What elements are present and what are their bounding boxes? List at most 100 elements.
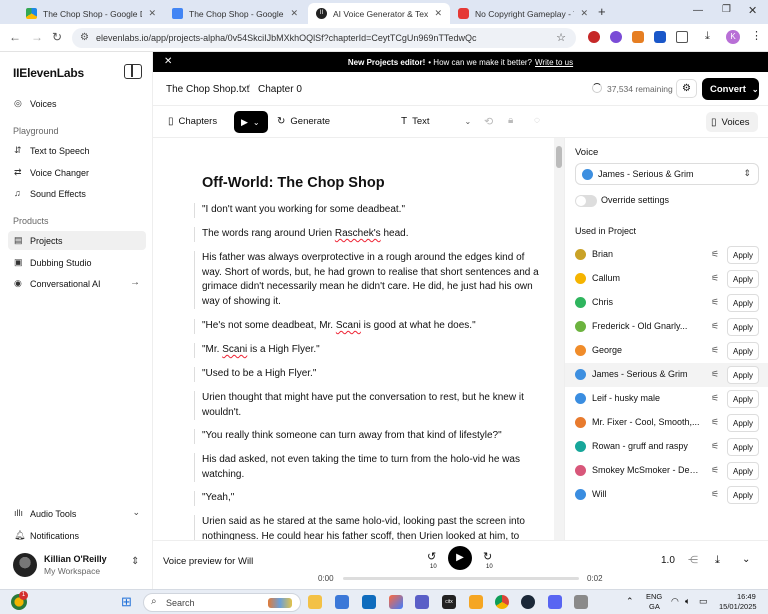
voice-row[interactable]: Frederick - Old Gnarly... ⚟ Apply [565, 315, 768, 339]
sidebar-item-conversational-ai[interactable]: ◉ Conversational AI → [8, 274, 146, 293]
progress-track[interactable] [343, 577, 579, 580]
extensions-puzzle-icon[interactable] [676, 31, 688, 43]
sliders-icon[interactable]: ⚟ [711, 489, 719, 500]
citrix-icon[interactable]: citx [442, 595, 456, 609]
minimize-icon[interactable]: — [693, 5, 703, 16]
close-window-icon[interactable]: ✕ [748, 4, 757, 17]
language-secondary[interactable]: GA [649, 602, 660, 611]
lock-icon[interactable]: 🔒︎ [508, 115, 513, 126]
tab-elevenlabs[interactable]: II AI Voice Generator & Text to Sp ✕ [308, 3, 450, 24]
text-editor[interactable]: Off-World: The Chop Shop "I don't want y… [153, 138, 564, 540]
paragraph[interactable]: His father was always overprotective in … [194, 251, 544, 309]
convert-button[interactable]: Convert ⌄ [702, 78, 759, 100]
forward-10-icon[interactable]: ↻ [483, 550, 492, 563]
voice-row[interactable]: Leif - husky male ⚟ Apply [565, 387, 768, 411]
sidebar-item-text-to-speech[interactable]: ⇵ Text to Speech [8, 141, 146, 160]
text-type-dropdown[interactable]: T Text ⌄ [401, 116, 471, 127]
voice-row[interactable]: Chris ⚟ Apply [565, 291, 768, 315]
elevenlabs-logo[interactable]: IIElevenLabs [13, 66, 84, 80]
sliders-icon[interactable]: ⚟ [711, 369, 719, 380]
paragraph[interactable]: "Yeah," [194, 491, 544, 506]
menu-kebab-icon[interactable]: ⋮ [751, 29, 762, 42]
sidebar-item-dubbing-studio[interactable]: ▣ Dubbing Studio [8, 253, 146, 272]
windows-start-icon[interactable]: ⊞ [121, 594, 132, 610]
sliders-icon[interactable]: ⚟ [711, 417, 719, 428]
profile-avatar[interactable]: K [726, 30, 740, 44]
voice-row[interactable]: Will ⚟ Apply [565, 483, 768, 507]
settings-gear-icon[interactable]: ⚙ [676, 79, 697, 98]
tab-youtube[interactable]: No Copyright Gameplay - YouT ✕ [450, 3, 596, 24]
sidebar-toggle-icon[interactable] [124, 64, 142, 79]
download-icon[interactable]: ⤓ [705, 30, 710, 43]
voice-row[interactable]: Rowan - gruff and raspy ⚟ Apply [565, 435, 768, 459]
url-bar[interactable]: ⚙ elevenlabs.io/app/projects-alpha/0v54S… [72, 28, 576, 48]
extension-icon[interactable] [588, 31, 600, 43]
steam-icon[interactable] [521, 595, 535, 609]
sliders-icon[interactable]: ⚟ [711, 273, 719, 284]
paragraph[interactable]: Urien said as he stared at the same holo… [194, 515, 544, 540]
chevron-updown-icon[interactable]: ⇕ [131, 556, 139, 567]
tab-google-drive[interactable]: The Chop Shop - Google Drive ✕ [18, 3, 164, 24]
voice-row[interactable]: Mr. Fixer - Cool, Smooth,... ⚟ Apply [565, 411, 768, 435]
chapters-button[interactable]: ▯ Chapters [168, 116, 217, 127]
rewind-10-icon[interactable]: ↺ [427, 550, 436, 563]
voices-panel-button[interactable]: ▯ Voices [706, 112, 758, 132]
close-icon[interactable]: ✕ [164, 56, 172, 67]
download-icon[interactable]: ⤓ [715, 554, 720, 567]
sliders-icon[interactable]: ⚟ [711, 393, 719, 404]
battery-icon[interactable]: ▭ [699, 596, 708, 607]
close-icon[interactable]: ✕ [148, 8, 156, 19]
sliders-icon[interactable]: ⚟ [711, 345, 719, 356]
back-icon[interactable]: ← [9, 30, 21, 44]
close-icon[interactable]: ✕ [290, 8, 298, 19]
sliders-icon[interactable]: ⚟ [711, 249, 719, 260]
paragraph[interactable]: "You really think someone can turn away … [194, 429, 544, 444]
feedback-link[interactable]: Write to us [535, 58, 573, 67]
chevron-up-icon[interactable]: ⌃ [626, 596, 634, 607]
apply-button[interactable]: Apply [727, 414, 759, 432]
bookmark-star-icon[interactable]: ☆ [556, 31, 566, 44]
play-split-button[interactable]: ▶ ⌄ [234, 111, 268, 133]
voice-row[interactable]: James - Serious & Grim ⚟ Apply [565, 363, 768, 387]
share-icon[interactable]: ⋲ [688, 555, 698, 566]
sliders-icon[interactable]: ⚟ [711, 465, 719, 476]
paragraph[interactable]: His dad asked, not even taking the time … [194, 453, 544, 482]
sliders-icon[interactable]: ⚟ [711, 321, 719, 332]
sidebar-item-voices[interactable]: ◎ Voices [8, 94, 146, 113]
sidebar-item-projects[interactable]: ▤ Projects [8, 231, 146, 250]
sliders-icon[interactable]: ⚟ [711, 297, 719, 308]
clock-time[interactable]: 16:49 [737, 592, 756, 601]
site-info-icon[interactable]: ⚙ [80, 32, 89, 43]
play-button[interactable]: ▶ [448, 546, 472, 570]
wifi-icon[interactable]: ◠ [671, 596, 679, 607]
scrollbar-thumb[interactable] [556, 146, 562, 168]
playback-speed[interactable]: 1.0 [661, 555, 675, 566]
shield-icon[interactable] [654, 31, 666, 43]
voice-row[interactable]: Callum ⚟ Apply [565, 267, 768, 291]
override-settings-toggle[interactable] [575, 195, 597, 207]
apply-button[interactable]: Apply [727, 342, 759, 360]
sidebar-item-notifications[interactable]: 🔔︎ Notifications [8, 526, 146, 545]
apply-button[interactable]: Apply [727, 462, 759, 480]
apply-button[interactable]: Apply [727, 438, 759, 456]
voice-row[interactable]: Smokey McSmoker - Dee... ⚟ Apply [565, 459, 768, 483]
paragraph[interactable]: Urien thought that might have put the co… [194, 391, 544, 420]
chevron-down-icon[interactable]: ⌄ [742, 554, 750, 565]
extension-icon[interactable] [632, 31, 644, 43]
sliders-icon[interactable]: ⚟ [711, 441, 719, 452]
reload-icon[interactable]: ↻ [52, 30, 62, 44]
apply-button[interactable]: Apply [727, 246, 759, 264]
apply-button[interactable]: Apply [727, 366, 759, 384]
voice-select[interactable]: James - Serious & Grim ⇕ [575, 163, 759, 185]
history-icon[interactable]: ⟲ [484, 115, 493, 128]
sidebar-item-voice-changer[interactable]: ⇄ Voice Changer [8, 163, 146, 182]
paragraph[interactable]: The words rang around Urien Raschek's he… [194, 227, 544, 242]
generate-button[interactable]: ↻ Generate [277, 116, 330, 127]
paragraph[interactable]: "Used to be a High Flyer." [194, 367, 544, 382]
clock-date[interactable]: 15/01/2025 [719, 602, 757, 611]
voice-row[interactable]: Brian ⚟ Apply [565, 243, 768, 267]
paragraph[interactable]: "Mr. Scani is a High Flyer." [194, 343, 544, 358]
close-icon[interactable]: ✕ [434, 8, 442, 19]
taskbar-search[interactable]: ⌕ Search [143, 593, 301, 612]
apply-button[interactable]: Apply [727, 318, 759, 336]
